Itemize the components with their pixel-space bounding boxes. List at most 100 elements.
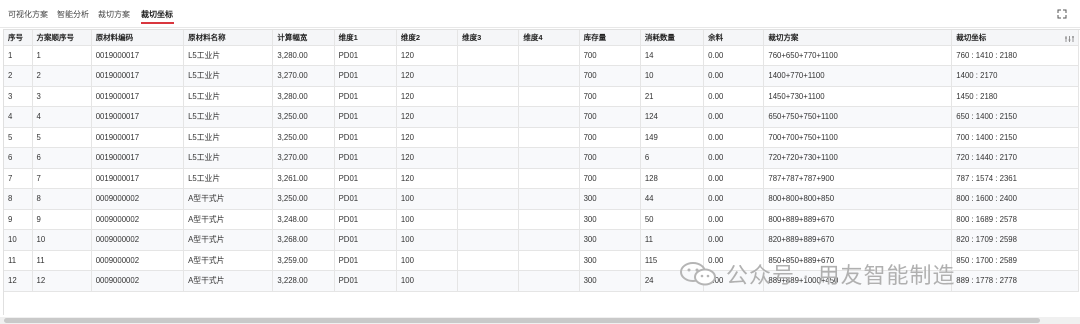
table-cell: 50 — [640, 209, 705, 230]
column-header-label: 裁切坐标 — [956, 32, 987, 42]
table-cell: 7 — [4, 168, 33, 189]
table-cell: 820 : 1709 : 2598 — [951, 229, 1079, 251]
table-cell: L5工业片 — [183, 168, 274, 189]
table-cell — [457, 209, 520, 230]
table-cell: 124 — [640, 106, 705, 128]
table-cell: 0009000002 — [91, 209, 185, 230]
table-cell: 1 — [32, 45, 92, 66]
column-header[interactable]: 维度3 — [457, 30, 520, 46]
table-cell: 3,259.00 — [272, 250, 335, 271]
table-cell: PD01 — [334, 86, 397, 107]
table-cell: A型干式片 — [183, 188, 274, 210]
table-cell: 787 : 1574 : 2361 — [951, 168, 1079, 189]
table-cell: 21 — [640, 86, 705, 107]
column-header-label: 序号 — [8, 32, 23, 42]
table-cell: 100 — [396, 250, 459, 271]
table-cell: 0.00 — [703, 168, 765, 189]
table-cell: 700+700+750+1100 — [763, 127, 953, 148]
column-header[interactable]: 计算幅宽 — [272, 30, 335, 46]
table-cell: 850+850+889+670 — [763, 250, 953, 271]
column-header[interactable]: 序号 — [4, 30, 33, 46]
table-cell: 0009000002 — [91, 270, 185, 292]
column-settings-icon[interactable] — [1065, 35, 1074, 43]
table-cell — [518, 168, 580, 189]
table-row[interactable]: 1 1 0019000017 L5工业片 3,280.00 PD01 120 700 14 0.0… — [4, 45, 1079, 66]
column-header[interactable]: 维度1 — [334, 30, 397, 46]
table-cell: 24 — [640, 270, 705, 292]
table-cell: 0.00 — [703, 127, 765, 148]
table-cell — [457, 147, 520, 169]
table-cell: 6 — [32, 147, 92, 169]
table-cell: 115 — [640, 250, 705, 271]
table-cell — [518, 147, 580, 169]
table-cell: 1 — [4, 45, 33, 66]
table-cell — [457, 86, 520, 107]
table-cell: 6 — [640, 147, 705, 169]
table-cell: PD01 — [334, 250, 397, 271]
table-cell: 700 — [579, 168, 641, 189]
table-cell: 120 — [396, 147, 459, 169]
column-header[interactable]: 方案顺序号 — [32, 30, 92, 46]
column-header[interactable]: 消耗数量 — [640, 30, 705, 46]
table-cell: 0.00 — [703, 106, 765, 128]
column-header[interactable]: 维度4 — [518, 30, 580, 46]
table-cell: 0.00 — [703, 45, 765, 66]
table-row[interactable]: 9 9 0009000002 A型干式片 3,248.00 PD01 100 300 50 0.0… — [4, 209, 1079, 230]
table-cell: A型干式片 — [183, 229, 274, 251]
table-cell: 800+889+889+670 — [763, 209, 953, 230]
column-header-label: 余料 — [708, 32, 724, 42]
table-cell: 300 — [579, 250, 641, 271]
column-header[interactable]: 裁切方案 — [763, 30, 953, 46]
column-header[interactable]: 余料 — [703, 30, 765, 46]
table-row[interactable]: 8 8 0009000002 A型干式片 3,250.00 PD01 100 300 44 0.0… — [4, 188, 1079, 210]
tab-cutting-plan[interactable]: 裁切方案 — [98, 9, 130, 20]
tab-smart-analysis[interactable]: 智能分析 — [57, 9, 89, 20]
table-cell: 120 — [396, 45, 459, 66]
table-cell: 1450+730+1100 — [763, 86, 953, 107]
column-header[interactable]: 维度2 — [396, 30, 459, 46]
table-cell: A型干式片 — [183, 209, 274, 230]
table-row[interactable]: 4 4 0019000017 L5工业片 3,250.00 PD01 120 700 124 0.… — [4, 106, 1079, 128]
table-row[interactable]: 6 6 0019000017 L5工业片 3,270.00 PD01 120 700 6 0.00… — [4, 147, 1079, 169]
table-cell: 0019000017 — [91, 147, 185, 169]
table-cell — [518, 65, 580, 87]
table-cell: 650 : 1400 : 2150 — [951, 106, 1079, 128]
table-cell — [457, 127, 520, 148]
table-cell: 3,261.00 — [272, 168, 335, 189]
column-header[interactable]: 原材料名称 — [183, 30, 274, 46]
table-cell: 3,250.00 — [272, 127, 335, 148]
table-cell: 149 — [640, 127, 705, 148]
table-cell: 0019000017 — [91, 127, 185, 148]
table-cell: 0009000002 — [91, 188, 185, 210]
table-cell: 0009000002 — [91, 250, 185, 271]
scrollbar-thumb[interactable] — [4, 318, 1040, 323]
column-header-label: 维度4 — [523, 32, 543, 42]
tab-cutting-coordinates[interactable]: 裁切坐标 — [141, 9, 173, 20]
table-cell: 10 — [640, 65, 705, 87]
table-cell: 3,248.00 — [272, 209, 335, 230]
table-cell — [518, 270, 580, 292]
table-row[interactable]: 12 12 0009000002 A型干式片 3,228.00 PD01 100 300 24 0… — [4, 270, 1079, 292]
column-header[interactable]: 裁切坐标 — [951, 30, 1079, 46]
table-row[interactable]: 2 2 0019000017 L5工业片 3,270.00 PD01 120 700 10 0.0… — [4, 65, 1079, 87]
table-cell: 3 — [32, 86, 92, 107]
table-row[interactable]: 7 7 0019000017 L5工业片 3,261.00 PD01 120 700 128 0.… — [4, 168, 1079, 189]
table-cell — [518, 86, 580, 107]
fullscreen-expand-icon[interactable] — [1057, 9, 1067, 19]
tab-visual-plan[interactable]: 可视化方案 — [8, 9, 48, 20]
table-cell: 3,228.00 — [272, 270, 335, 292]
table-cell: 100 — [396, 229, 459, 251]
table-cell: L5工业片 — [183, 106, 274, 128]
column-header[interactable]: 库存量 — [579, 30, 641, 46]
table-row[interactable]: 10 10 0009000002 A型干式片 3,268.00 PD01 100 300 11 0… — [4, 229, 1079, 251]
column-header-label: 消耗数量 — [644, 32, 675, 42]
horizontal-scrollbar[interactable] — [0, 317, 1080, 324]
table-cell: 0019000017 — [91, 45, 185, 66]
column-header-label: 库存量 — [583, 32, 607, 42]
table-row[interactable]: 11 11 0009000002 A型干式片 3,259.00 PD01 100 300 115… — [4, 250, 1079, 271]
table-row[interactable]: 5 5 0019000017 L5工业片 3,250.00 PD01 120 700 149 0.… — [4, 127, 1079, 148]
table-cell: 10 — [32, 229, 92, 251]
table-cell: 0.00 — [703, 209, 765, 230]
table-row[interactable]: 3 3 0019000017 L5工业片 3,280.00 PD01 120 700 21 0.0… — [4, 86, 1079, 107]
column-header[interactable]: 原材料编码 — [91, 30, 185, 46]
